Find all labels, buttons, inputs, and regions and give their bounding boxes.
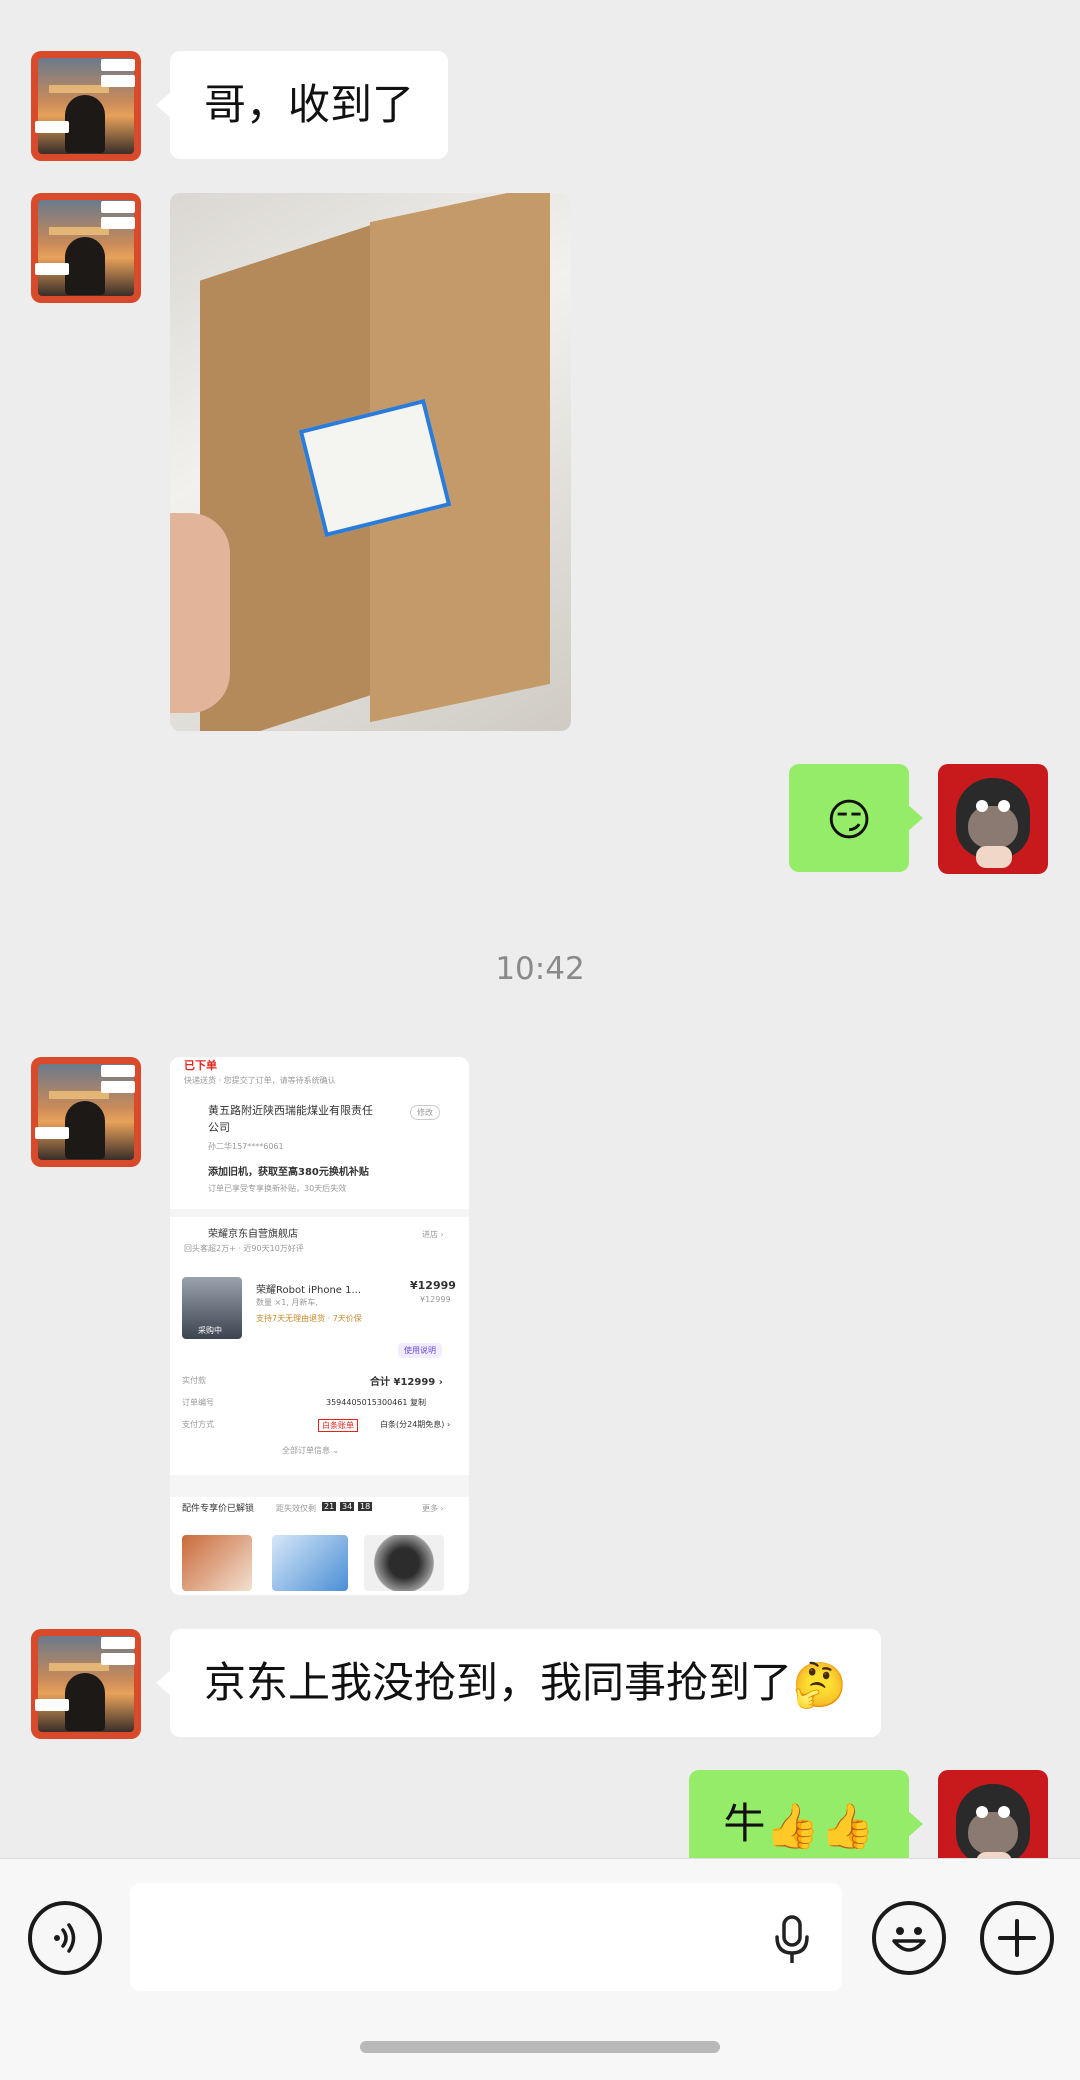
payment-value: 白条(分24期免息) › xyxy=(380,1420,451,1429)
paid-label: 实付款 xyxy=(182,1376,206,1385)
payment-badge: 白条账单 xyxy=(318,1419,358,1432)
thumbs-up-emoji: 👍👍 xyxy=(765,1800,875,1852)
product-name: 荣耀Robot iPhone 1... xyxy=(256,1285,362,1296)
accessory-thumb-2 xyxy=(272,1535,348,1591)
order-tradein-sub: 订单已享受专享换新补贴，30天后失效 xyxy=(208,1184,347,1193)
image-message-package[interactable] xyxy=(170,193,571,731)
message-text: 哥，收到了 xyxy=(204,80,415,129)
accessory-timer-label: 距失效仅剩 xyxy=(276,1504,316,1513)
accessory-card: 配件专享价已解锁 距失效仅剩 21 34 18 更多 › xyxy=(170,1497,469,1595)
order-number-label: 订单编号 xyxy=(182,1398,214,1407)
contact-avatar[interactable] xyxy=(31,1057,141,1167)
order-modify-button: 修改 xyxy=(410,1105,440,1120)
accessory-thumb-3 xyxy=(364,1535,444,1591)
paid-value: 合计 ¥12999 › xyxy=(370,1377,443,1388)
order-phone: 孙二华157****6061 xyxy=(208,1142,284,1151)
message-bubble-received[interactable]: 哥，收到了 xyxy=(155,51,449,159)
my-avatar[interactable] xyxy=(938,1770,1048,1858)
my-avatar[interactable] xyxy=(938,764,1048,874)
order-product-card: 荣耀京东自营旗舰店 回头客超2万+ · 近90天10万好评 进店 › 采购中 荣… xyxy=(170,1217,469,1475)
order-number-value: 3594405015300461 复制 xyxy=(326,1398,426,1407)
chat-area[interactable]: 哥，收到了 😏 10:42 已下单 快递送货 · 您提交了订单，请等待系统确认 … xyxy=(0,0,1080,1858)
all-order-info: 全部订单信息 ⌄ xyxy=(282,1446,340,1455)
timer-hours: 21 xyxy=(322,1502,337,1511)
timer-seconds: 18 xyxy=(358,1502,373,1511)
emoji-button[interactable] xyxy=(872,1901,946,1975)
thumb-label: 采购中 xyxy=(198,1326,222,1335)
voice-icon xyxy=(54,1923,76,1953)
order-store: 荣耀京东自营旗舰店 xyxy=(208,1229,298,1240)
message-bubble-sent[interactable]: 牛👍👍 xyxy=(689,1770,923,1858)
input-bar xyxy=(0,1858,1080,2080)
order-store-sub: 回头客超2万+ · 近90天10万好评 xyxy=(184,1244,304,1253)
order-store-link: 进店 › xyxy=(422,1230,444,1239)
order-address: 黄五路附近陕西瑞能煤业有限责任 xyxy=(208,1104,373,1117)
timestamp: 10:42 xyxy=(495,951,585,987)
order-status-sub: 快递送货 · 您提交了订单，请等待系统确认 xyxy=(184,1076,336,1085)
contact-avatar[interactable] xyxy=(31,51,141,161)
accessory-title: 配件专享价已解锁 xyxy=(182,1504,255,1514)
image-message-order-screenshot[interactable]: 已下单 快递送货 · 您提交了订单，请等待系统确认 黄五路附近陕西瑞能煤业有限责… xyxy=(170,1057,469,1595)
message-text: 京东上我没抢到，我同事抢到了 xyxy=(204,1658,793,1707)
microphone-icon[interactable] xyxy=(772,1915,812,1965)
order-address-2: 公司 xyxy=(208,1121,230,1134)
home-indicator[interactable] xyxy=(360,2041,720,2053)
contact-avatar[interactable] xyxy=(31,193,141,303)
product-price-2: ¥12999 xyxy=(420,1295,451,1304)
order-status-card: 已下单 快递送货 · 您提交了订单，请等待系统确认 黄五路附近陕西瑞能煤业有限责… xyxy=(170,1057,469,1209)
accessory-thumb-1 xyxy=(182,1535,252,1591)
plus-icon xyxy=(998,1919,1036,1957)
message-text: 牛 xyxy=(723,1799,766,1848)
message-bubble-received[interactable]: 京东上我没抢到，我同事抢到了🤔 xyxy=(156,1629,881,1737)
product-tag: 支持7天无理由退货 · 7天价保 xyxy=(256,1314,362,1323)
message-bubble-sent[interactable]: 😏 xyxy=(789,764,923,872)
message-input[interactable] xyxy=(130,1883,842,1991)
more-button[interactable] xyxy=(980,1901,1054,1975)
timer-minutes: 34 xyxy=(340,1502,355,1511)
order-tradein: 添加旧机，获取至高380元换机补贴 xyxy=(208,1167,369,1178)
product-price: ¥12999 xyxy=(410,1279,456,1292)
ai-help: 使用说明 xyxy=(398,1343,442,1358)
thinking-emoji: 🤔 xyxy=(792,1659,847,1711)
voice-button[interactable] xyxy=(28,1901,102,1975)
payment-label: 支付方式 xyxy=(182,1420,214,1429)
accessory-more: 更多 › xyxy=(422,1504,444,1513)
product-sub: 数量 ×1, 月新车, xyxy=(256,1298,318,1307)
contact-avatar[interactable] xyxy=(31,1629,141,1739)
hand xyxy=(170,513,230,713)
order-status: 已下单 xyxy=(184,1059,217,1072)
smirk-emoji: 😏 xyxy=(826,794,872,846)
smiley-icon xyxy=(892,1927,926,1952)
